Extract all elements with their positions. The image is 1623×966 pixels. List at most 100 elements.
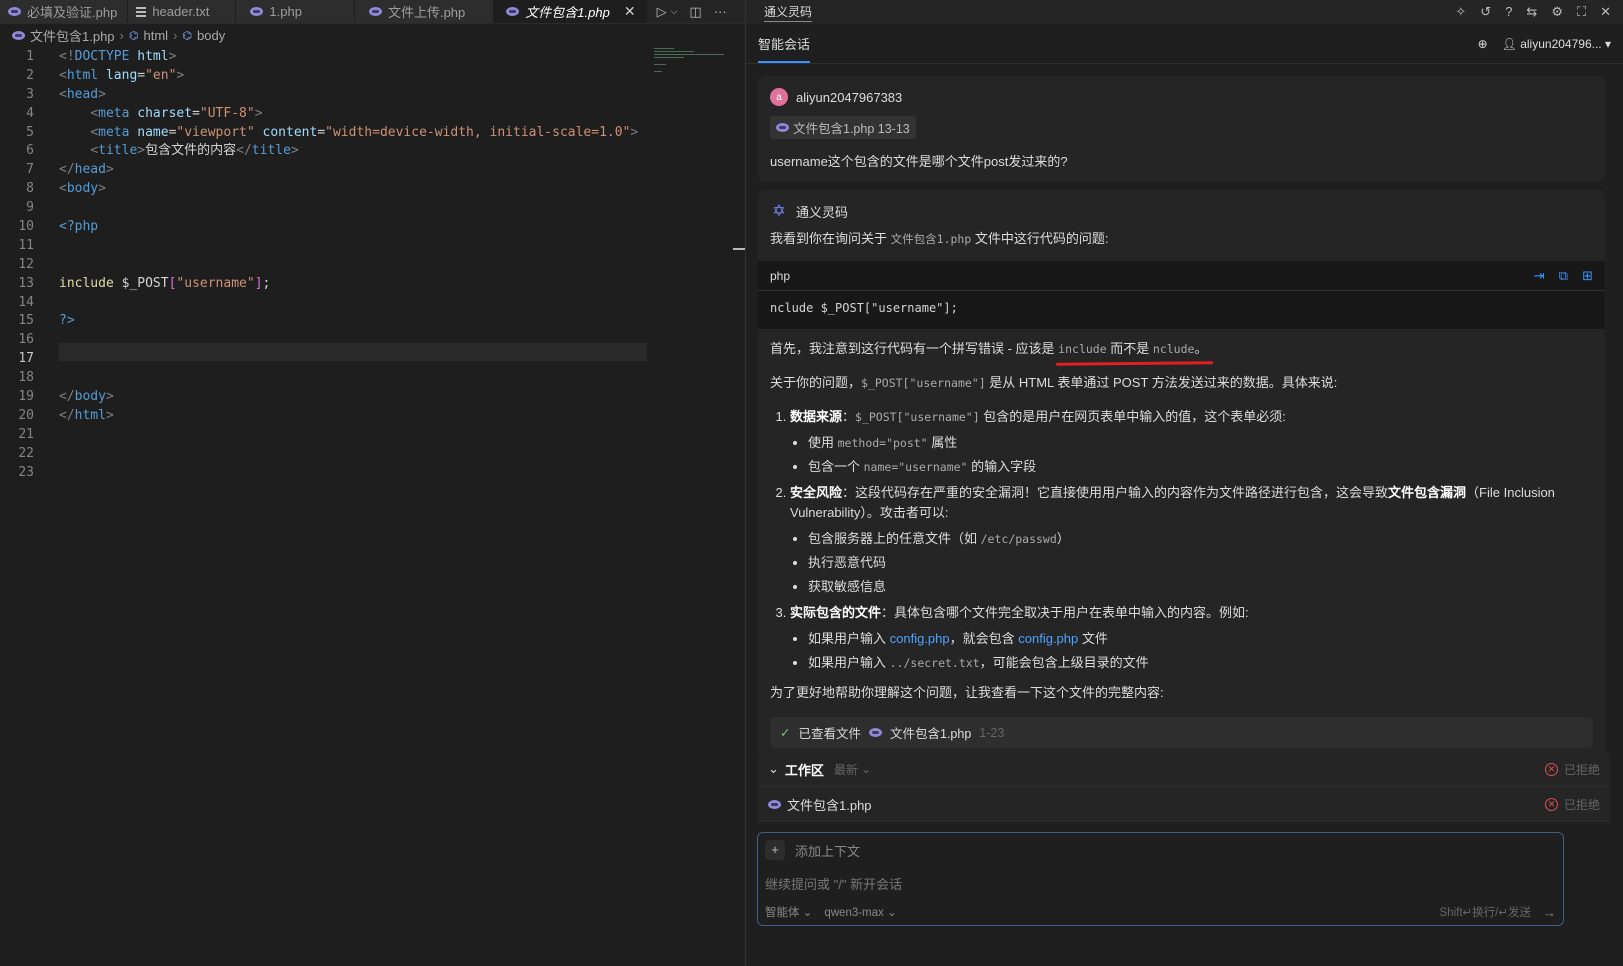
panel-title[interactable]: 通义灵码 [764, 3, 813, 22]
file-reference-label: 文件包含1.php 13-13 [793, 122, 910, 136]
code-token: <! [59, 49, 75, 64]
account-menu[interactable]: 👤︎ aliyun204796... ▾ [1502, 37, 1611, 51]
code-line: 12 [0, 256, 740, 275]
code-line: 9 [0, 199, 740, 218]
code-line: 23 [0, 464, 740, 483]
tab-required-validation[interactable]: 必填及验证.php [0, 0, 129, 23]
code-token: <?php [59, 219, 99, 235]
close-icon[interactable]: ✕ [1600, 4, 1611, 20]
code-line: 2 <html lang="en"> [0, 67, 740, 86]
php-icon [776, 123, 789, 132]
lightbulb-icon[interactable]: ✧ [1455, 4, 1466, 20]
line-number: 8 [26, 181, 34, 197]
code-line: 4 <meta charset="UTF-8"> [0, 105, 740, 124]
gear-icon[interactable]: ⚙ [1551, 4, 1563, 20]
code-token: ?> [59, 313, 75, 329]
breadcrumb-file[interactable]: 文件包含1.php [30, 26, 115, 45]
history-icon[interactable]: ↺ [1480, 4, 1491, 20]
line-number: 9 [26, 200, 34, 216]
chevron-right-icon: › [173, 27, 178, 43]
model-selector[interactable]: qwen3-max ⌄ [824, 905, 896, 919]
code-line: 18 [0, 369, 740, 388]
tab-1-php[interactable]: 1.php [236, 0, 355, 23]
file-link[interactable]: config.php [890, 631, 950, 646]
code-line: 6 <title>包含文件的内容</title> [0, 142, 740, 161]
send-icon[interactable]: → [1543, 905, 1556, 920]
code-token: name [137, 124, 169, 140]
help-icon[interactable]: ? [1505, 4, 1512, 20]
chat-input-placeholder[interactable]: 继续提问或 "/" 新开会话 [765, 874, 902, 893]
code-line: 1 <!DOCTYPE html> [0, 48, 740, 67]
tab-label: header.txt [152, 4, 210, 19]
message-list[interactable]: a aliyun2047967383 文件包含1.php 13-13 userna… [746, 64, 1623, 752]
code-editor[interactable]: 1 <!DOCTYPE html> 2 <html lang="en"> 3 <hea… [0, 48, 740, 482]
code-token: "width=device-width, initial-scale=1.0" [325, 124, 631, 140]
fullscreen-icon[interactable]: ⛶ [1577, 4, 1586, 20]
line-number: 6 [26, 143, 34, 159]
more-icon[interactable]: ··· [714, 4, 727, 19]
split-editor-icon[interactable]: ◫ [689, 4, 701, 20]
scrollbar-marker[interactable] [733, 248, 745, 250]
breadcrumb-body[interactable]: body [197, 28, 225, 43]
line-number: 16 [18, 332, 34, 348]
new-file-icon[interactable]: ⊞ [1582, 268, 1593, 284]
line-number: 3 [26, 86, 34, 102]
php-icon [250, 7, 264, 16]
tab-file-upload[interactable]: 文件上传.php [354, 0, 495, 23]
tongyi-logo-icon: ✡ [772, 202, 786, 220]
shortcut-hint: Shift↵换行/↵发送 [1439, 907, 1531, 919]
tag-icon: ⌬ [128, 29, 139, 42]
viewed-file-step[interactable]: ✓ 已查看文件 文件包含1.php 1-23 [770, 717, 1593, 748]
chevron-down-icon[interactable]: ⌄ [768, 761, 779, 777]
code-token: body [74, 389, 106, 405]
workspace-file-row[interactable]: 文件包含1.php ✕ 已拒绝 [758, 787, 1610, 822]
code-token: charset [137, 105, 193, 121]
code-line: 14 [0, 294, 740, 313]
code-token: "username" [176, 275, 255, 291]
list-item: 安全风险：这段代码存在严重的安全漏洞！它直接使用用户输入的内容作为文件路径进行包… [790, 483, 1593, 597]
tag-icon: ⌬ [182, 29, 193, 42]
mode-selector[interactable]: 智能体 ⌄ [765, 904, 812, 920]
php-icon [506, 7, 520, 16]
check-circle-icon: ✓ [780, 726, 791, 740]
chevron-down-icon[interactable]: ⌵ [671, 6, 678, 17]
new-chat-icon[interactable]: ⊕ [1478, 37, 1488, 51]
code-token: html [66, 67, 99, 83]
php-icon [368, 7, 382, 16]
add-context-button[interactable]: + 添加上下文 [765, 840, 860, 860]
workspace-header[interactable]: ⌄ 工作区 最新 ⌄ ✕ 已拒绝 [758, 752, 1610, 787]
file-link[interactable]: config.php [1018, 631, 1078, 646]
editor-pane: 必填及验证.php header.txt 1.php 文件上传.php 文件包含… [0, 0, 772, 966]
line-number: 20 [18, 407, 34, 423]
breadcrumb-html[interactable]: html [144, 28, 169, 43]
session-tab[interactable]: 智能会话 [758, 24, 811, 63]
list-item: 如果用户输入 config.php，就会包含 config.php 文件 [808, 629, 1593, 649]
chat-input: + 添加上下文 继续提问或 "/" 新开会话 智能体 ⌄ qwen3-max ⌄ … [757, 832, 1564, 926]
copy-icon[interactable]: ⧉ [1559, 268, 1568, 284]
code-token: lang [105, 67, 138, 83]
code-line: 3 <head> [0, 86, 740, 105]
tab-label: 文件包含1.php [525, 5, 610, 20]
code-token: body [66, 181, 99, 197]
minimap[interactable] [654, 48, 730, 88]
version-dropdown[interactable]: 最新 [834, 761, 858, 778]
user-switch-icon[interactable]: ⇆ [1526, 4, 1537, 20]
current-line-highlight [59, 343, 647, 361]
run-icon[interactable]: ▷ [657, 4, 667, 20]
code-token: "UTF-8" [199, 105, 255, 121]
insert-code-icon[interactable]: ⇥ [1534, 268, 1545, 284]
code-block-content: nclude $_POST["username"]; [770, 301, 958, 315]
close-icon[interactable]: ✕ [624, 3, 636, 20]
assistant-panel: 通义灵码 ✧ ↺ ? ⇆ ⚙ ⛶ ✕ 智能会话 ⊕ 👤︎ aliyun20479… [746, 0, 1623, 966]
php-icon [768, 799, 781, 809]
code-token: "viewport" [176, 124, 255, 140]
list-item: 数据来源：$_POST["username"] 包含的是用户在网页表单中输入的值… [790, 407, 1593, 477]
file-reference-chip[interactable]: 文件包含1.php 13-13 [770, 116, 916, 139]
tab-header-txt[interactable]: header.txt [128, 0, 237, 23]
line-number: 17 [18, 351, 34, 367]
assistant-name: 通义灵码 [796, 205, 849, 220]
code-token: "en" [145, 67, 177, 83]
tab-file-include[interactable]: 文件包含1.php ✕ [494, 0, 647, 23]
plus-icon: + [765, 840, 785, 860]
workspace-title: 工作区 [784, 762, 824, 778]
